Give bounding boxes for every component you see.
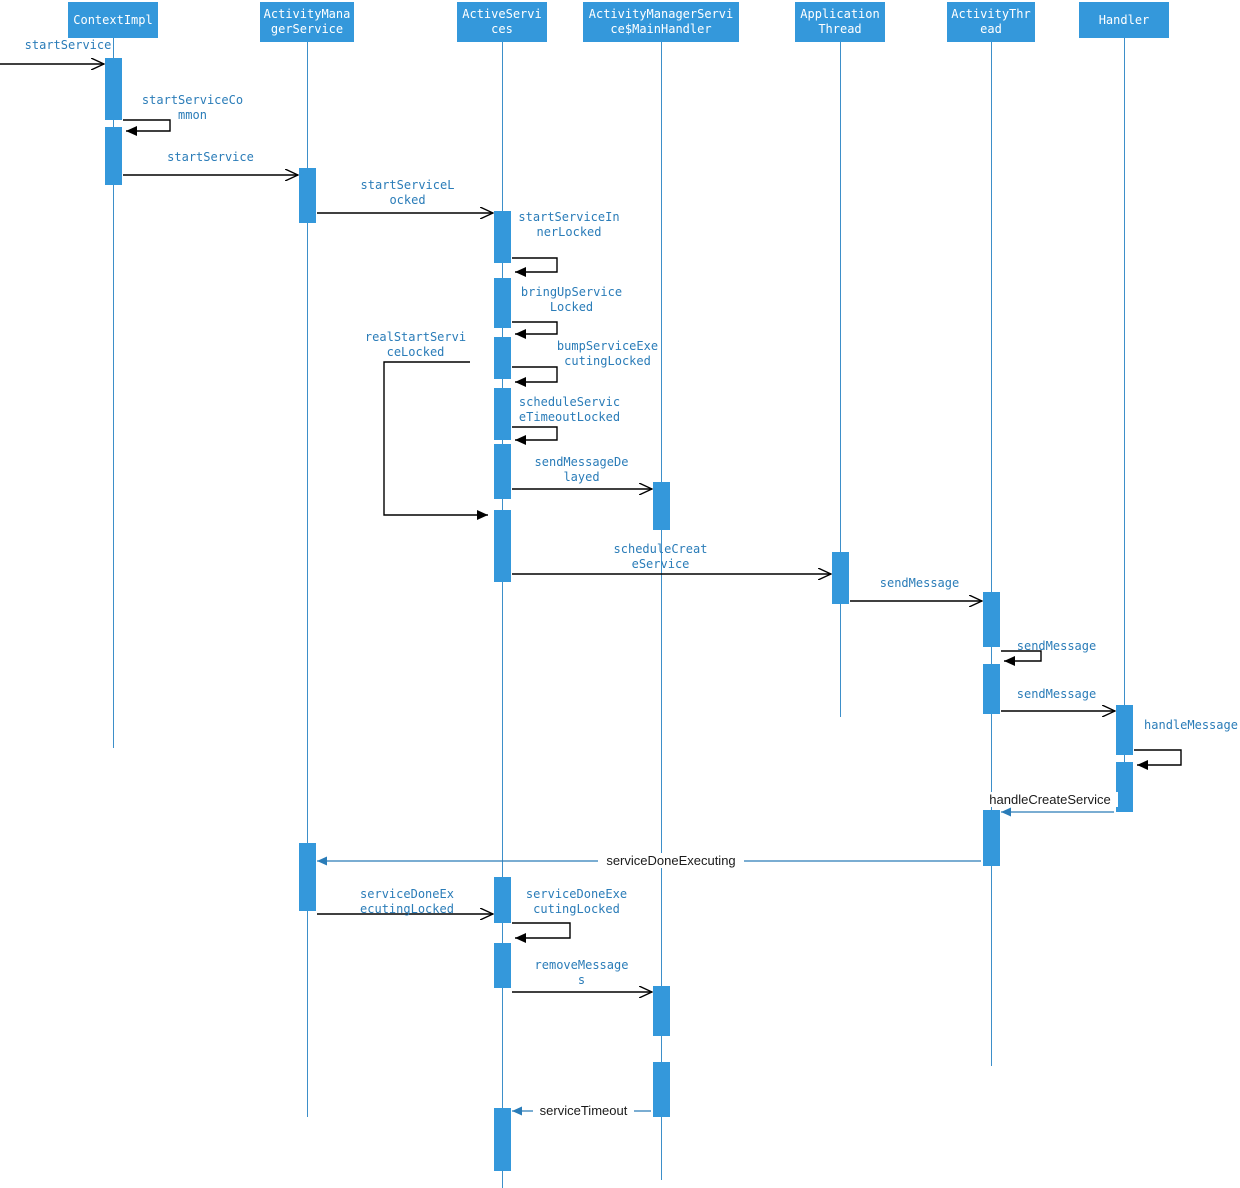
message-arrow-scheduleservicetimeoutlocked: [512, 426, 558, 445]
sequence-diagram-canvas: ContextImpl ActivityManagerService ActiveS…: [0, 0, 1240, 1188]
message-label-sendmessage: sendMessage: [1016, 687, 1097, 701]
message-label-scheduleservicetimeoutlocked: scheduleServic eTimeoutLocked: [518, 395, 621, 424]
activation-bar-activitythread: [983, 810, 1000, 866]
activation-bar-activeservices: [494, 388, 511, 440]
activation-bar-activeservices: [494, 877, 511, 923]
message-label-handlemessage: handleMessage: [1144, 718, 1238, 732]
message-label-startserviceinnerlocked: startServiceIn nerLocked: [518, 210, 620, 239]
participant-contextimpl[interactable]: ContextImpl: [68, 2, 158, 38]
activation-bar-activeservices: [494, 444, 511, 499]
participant-label: Handler: [1098, 12, 1150, 27]
activation-bar-ams: [299, 843, 316, 911]
activation-bar-contextimpl: [105, 127, 122, 185]
message-label-handlecreateservice: handleCreateService: [982, 792, 1118, 807]
message-label-sendmessage: sendMessage: [1016, 639, 1097, 653]
message-label-servicedoneexecutinglocked: serviceDoneEx ecutingLocked: [360, 887, 454, 916]
message-arrow-bumpserviceexecutinglocked: [512, 366, 558, 387]
message-label-servicetimeout: serviceTimeout: [533, 1103, 634, 1118]
message-arrow-bringupservicelocked: [512, 321, 558, 339]
activation-bar-handler: [1116, 762, 1133, 812]
message-label-sendmessage: sendMessage: [879, 576, 960, 590]
lifeline-appthread: [840, 40, 841, 717]
activation-bar-activeservices: [494, 510, 511, 582]
activation-bar-appthread: [832, 552, 849, 604]
participant-label: ActiveServices: [462, 7, 542, 36]
activation-bar-contextimpl: [105, 58, 122, 120]
message-label-servicedoneexecutinglocked: serviceDoneExe cutingLocked: [525, 887, 628, 916]
message-arrow-handlemessage: [1134, 749, 1182, 770]
message-arrows-layer: [0, 0, 1182, 1116]
message-label-servicedoneexecuting: serviceDoneExecuting: [598, 853, 744, 868]
message-label-sendmessagedelayed: sendMessageDe layed: [534, 455, 629, 484]
message-label-bumpserviceexecutinglocked: bumpServiceExe cutingLocked: [556, 339, 659, 368]
participant-label: ActivityManagerService: [263, 7, 351, 36]
activation-bar-mainhandler: [653, 1062, 670, 1117]
message-label-schedulecreateservice: scheduleCreat eService: [613, 542, 708, 571]
message-arrow-startserviceinnerlocked: [512, 257, 558, 277]
participant-label: ActivityManagerService$MainHandler: [588, 7, 734, 36]
participant-activeservices[interactable]: ActiveServices: [457, 2, 547, 42]
message-arrow-realstartservicelocked: [383, 361, 488, 520]
lifeline-handler: [1124, 36, 1125, 812]
message-label-bringupservicelocked: bringUpService Locked: [520, 285, 623, 314]
participant-label: ActivityThread: [951, 7, 1031, 36]
participant-label: ContextImpl: [73, 12, 153, 27]
message-label-startservice: startService: [167, 150, 254, 164]
participant-handler[interactable]: Handler: [1079, 2, 1169, 38]
activation-bar-activeservices: [494, 278, 511, 328]
participant-ams[interactable]: ActivityManagerService: [260, 2, 354, 42]
message-label-realstartservicelocked: realStartServi ceLocked: [364, 330, 467, 359]
activation-bar-activitythread: [983, 592, 1000, 647]
activation-bar-activeservices: [494, 1108, 511, 1171]
activation-bar-activeservices: [494, 943, 511, 988]
activation-bar-activeservices: [494, 337, 511, 379]
participant-activitythread[interactable]: ActivityThread: [947, 2, 1035, 42]
message-label-startservice: startService: [24, 38, 112, 52]
lifeline-activitythread: [991, 40, 992, 1066]
message-label-startservicelocked: startServiceL ocked: [360, 178, 455, 207]
message-label-startservicecommon: startServiceCo mmon: [141, 93, 244, 122]
activation-bar-activeservices: [494, 211, 511, 263]
activation-bar-mainhandler: [653, 986, 670, 1036]
message-arrow-servicedoneexecutinglocked: [512, 922, 571, 943]
activation-bar-mainhandler: [653, 482, 670, 530]
participant-label: ApplicationThread: [800, 7, 880, 36]
participant-appthread[interactable]: ApplicationThread: [795, 2, 885, 42]
activation-bar-ams: [299, 168, 316, 223]
message-label-removemessages: removeMessage s: [534, 958, 629, 987]
participant-mainhandler[interactable]: ActivityManagerService$MainHandler: [583, 2, 739, 42]
activation-bar-activitythread: [983, 664, 1000, 714]
activation-bar-handler: [1116, 705, 1133, 755]
